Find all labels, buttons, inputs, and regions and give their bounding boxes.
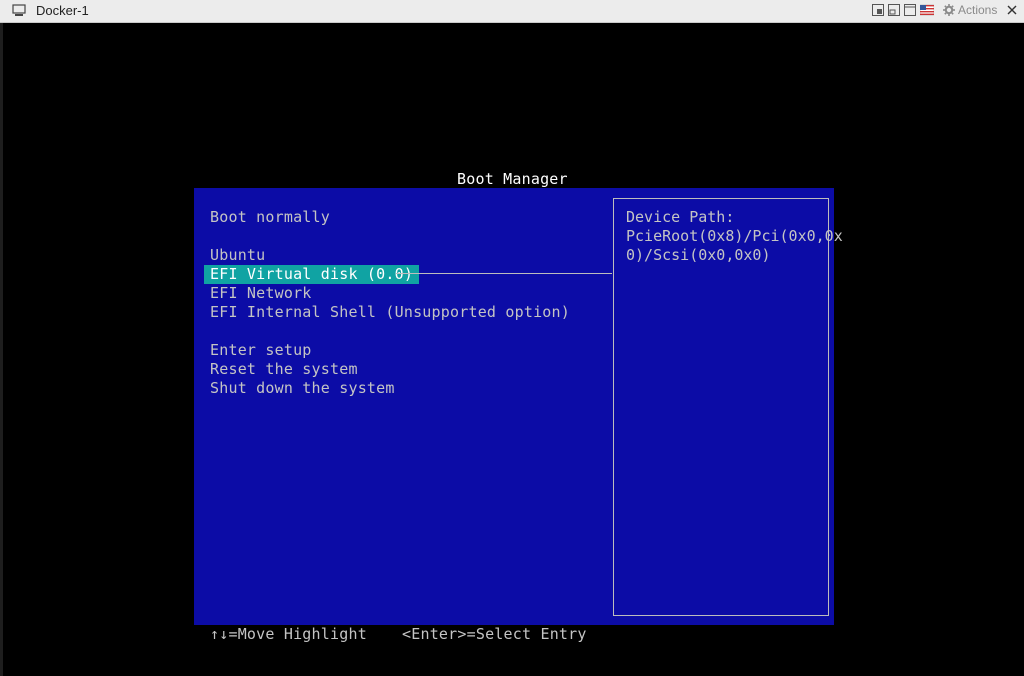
menu-item-efi-internal-shell[interactable]: EFI Internal Shell (Unsupported option)	[204, 303, 576, 322]
actions-menu[interactable]: Actions	[943, 2, 997, 20]
help-line-2: 0)/Scsi(0x0,0x0)	[626, 246, 771, 264]
boot-manager-title: Boot Manager	[457, 170, 568, 188]
close-icon[interactable]	[1006, 3, 1018, 17]
menu-item-boot-normally[interactable]: Boot normally	[204, 208, 336, 227]
menu-item-enter-setup[interactable]: Enter setup	[204, 341, 318, 360]
actions-label: Actions	[958, 3, 998, 17]
vm-name: Docker-1	[36, 3, 89, 18]
help-heading: Device Path:	[626, 208, 735, 226]
console-title-bar: Docker-1 Actions	[0, 0, 1024, 23]
menu-item-efi-network[interactable]: EFI Network	[204, 284, 318, 303]
menu-item-efi-virtual-disk[interactable]: EFI Virtual disk (0.0)	[204, 265, 420, 284]
vm-console: Docker-1 Actions Boot Manager Boot norma…	[0, 0, 1024, 676]
menu-item-reset-system[interactable]: Reset the system	[204, 360, 364, 379]
us-flag-keyboard-icon[interactable]	[919, 4, 935, 16]
device-path-text: Device Path: PcieRoot(0x8)/Pci(0x0,0x 0)…	[626, 208, 843, 265]
fullscreen-icon[interactable]	[904, 4, 916, 16]
fit-window-icon[interactable]	[872, 4, 884, 16]
gear-icon	[943, 4, 955, 16]
footer-select-entry-hint: <Enter>=Select Entry	[402, 625, 587, 643]
help-line-1: PcieRoot(0x8)/Pci(0x0,0x	[626, 227, 843, 245]
menu-item-shut-down[interactable]: Shut down the system	[204, 379, 401, 398]
menu-item-ubuntu[interactable]: Ubuntu	[204, 246, 271, 265]
device-path-help-box: Device Path: PcieRoot(0x8)/Pci(0x0,0x 0)…	[613, 198, 843, 616]
footer-move-highlight-hint: ↑↓=Move Highlight	[210, 625, 367, 643]
selection-connector-line	[396, 273, 612, 274]
screen-border	[0, 23, 3, 676]
monitor-icon	[12, 4, 26, 18]
boot-manager-panel: Boot normally Ubuntu EFI Virtual disk (0…	[194, 188, 843, 625]
restore-window-icon[interactable]	[888, 4, 900, 16]
